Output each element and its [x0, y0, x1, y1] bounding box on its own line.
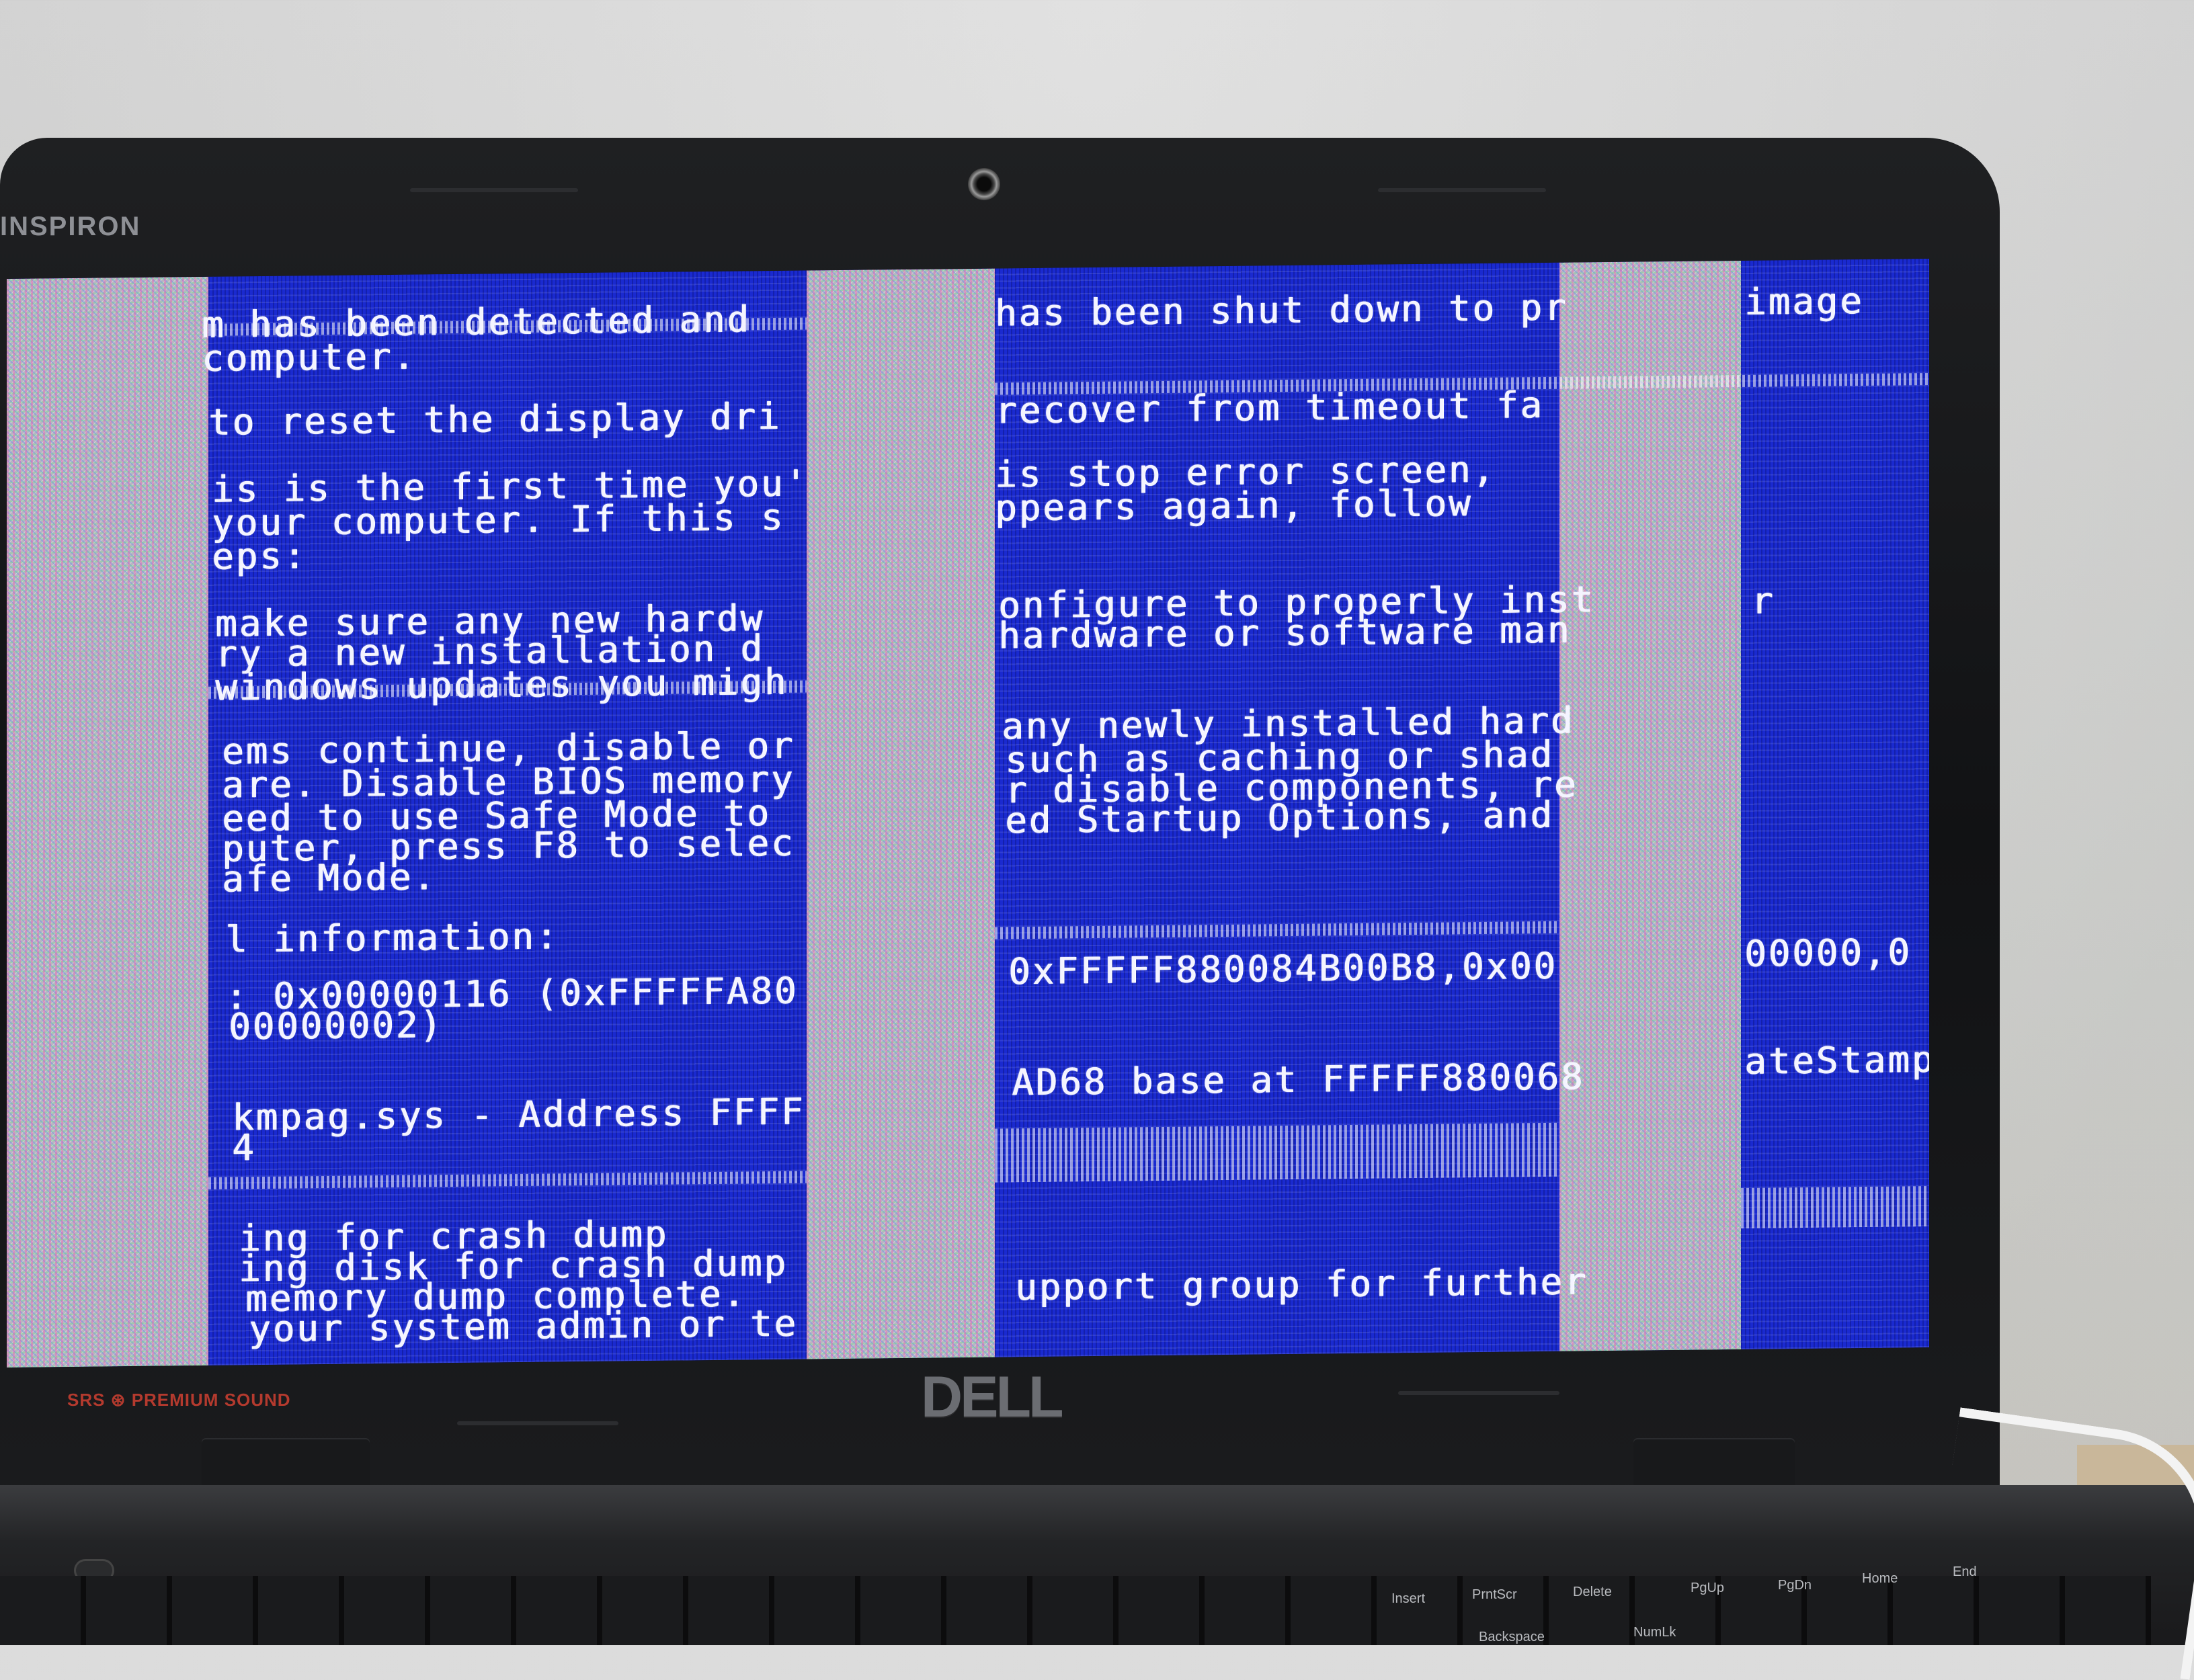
- key-numlk[interactable]: NumLk: [1633, 1625, 1676, 1640]
- bsod-line: afe Mode.: [222, 855, 437, 900]
- bsod-line: to reset the display dri: [208, 394, 782, 444]
- speaker-slot-right: [1378, 188, 1546, 192]
- speaker-slot-left: [410, 188, 578, 192]
- scanline-artifact: [1741, 1186, 1929, 1228]
- keyboard-top-row: [0, 1576, 2151, 1645]
- bsod-line: has been shut down to pr: [995, 286, 1568, 335]
- noise-band-1: [7, 276, 208, 1368]
- noise-band-3: [1559, 260, 1741, 1351]
- dell-logo: DELL: [921, 1365, 1064, 1429]
- bsod-line: your system admin or te: [249, 1302, 798, 1351]
- bsod-line: 00000002): [229, 1003, 444, 1048]
- bsod-line: hardware or software man: [998, 608, 1572, 657]
- bsod-line: AD68 base at FFFFF880068: [1012, 1055, 1585, 1104]
- bsod-line: 00000,0: [1744, 931, 1912, 975]
- key-prntscr[interactable]: PrntScr: [1472, 1587, 1517, 1603]
- speaker-slot-bottom-right: [1398, 1391, 1559, 1395]
- bsod-line: computer.: [202, 335, 417, 380]
- key-backspace[interactable]: Backspace: [1479, 1630, 1545, 1645]
- speaker-slot-bottom-left: [457, 1421, 618, 1425]
- bsod-line: ateStamp: [1744, 1038, 1929, 1083]
- webcam-icon: [968, 168, 1000, 200]
- bsod-line: recover from timeout fa: [995, 384, 1544, 432]
- bsod-line: upport group for further: [1015, 1260, 1588, 1309]
- bsod-line: windows updates you migh: [215, 660, 788, 709]
- bsod-line: eps:: [212, 534, 308, 578]
- bsod-line: r: [1751, 579, 1775, 622]
- bsod-line: ed Startup Options, and: [1005, 793, 1554, 842]
- bsod-line: image: [1744, 280, 1864, 323]
- key-delete[interactable]: Delete: [1573, 1585, 1612, 1600]
- key-pgdn[interactable]: PgDn: [1778, 1578, 1812, 1593]
- noise-band-2: [807, 268, 995, 1359]
- bsod-line: l information:: [225, 915, 560, 961]
- laptop-screen: m has been detected and computer. to res…: [7, 259, 1929, 1368]
- bsod-line: ppears again, follow: [995, 482, 1473, 530]
- key-pgup[interactable]: PgUp: [1691, 1581, 1724, 1596]
- brand-model-label: INSPIRON: [0, 212, 141, 241]
- power-cable: [1927, 1407, 2194, 1680]
- key-home[interactable]: Home: [1862, 1571, 1898, 1587]
- bsod-line: 4: [232, 1126, 256, 1169]
- scanline-artifact: [995, 1122, 1559, 1183]
- bsod-line: kmpag.sys - Address FFFF: [232, 1090, 805, 1139]
- srs-premium-sound-logo: SRS ⊛ PREMIUM SOUND: [67, 1390, 291, 1410]
- bsod-line: 0xFFFFF880084B00B8,0x00: [1008, 944, 1557, 993]
- key-insert[interactable]: Insert: [1391, 1591, 1425, 1607]
